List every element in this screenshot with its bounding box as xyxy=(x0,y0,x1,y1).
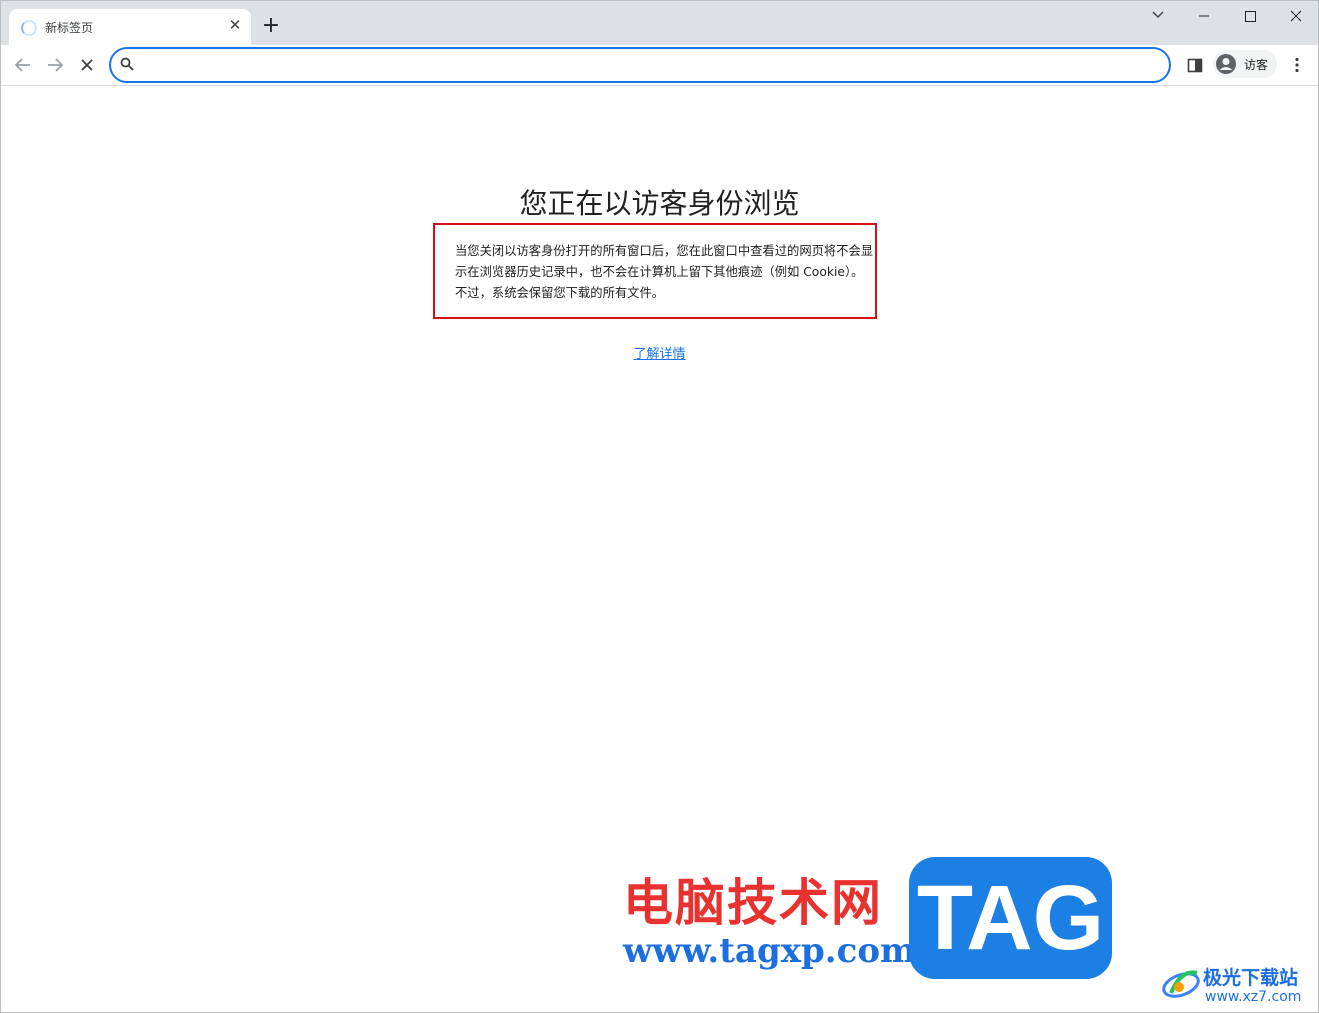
aurora-logo-icon xyxy=(1162,970,1200,998)
maximize-button[interactable] xyxy=(1227,1,1273,31)
address-input[interactable] xyxy=(143,53,1157,77)
watermark-url: www.tagxp.com xyxy=(623,931,916,971)
page-title: 您正在以访客身份浏览 xyxy=(519,187,800,220)
stop-loading-button[interactable] xyxy=(73,51,101,79)
new-tab-button[interactable]: + xyxy=(259,15,283,39)
loading-spinner-icon xyxy=(21,20,37,36)
maximize-icon xyxy=(1245,11,1256,22)
learn-more-link[interactable]: 了解详情 xyxy=(1,343,1318,362)
guest-description: 当您关闭以访客身份打开的所有窗口后，您在此窗口中查看过的网页将不会显示在浏览器历… xyxy=(455,244,874,300)
menu-button[interactable] xyxy=(1285,53,1309,77)
arrow-right-icon xyxy=(48,58,64,72)
watermark-corner-url: www.xz7.com xyxy=(1205,989,1302,1005)
toolbar: 访客 xyxy=(1,45,1318,86)
watermark-site-name: 电脑技术网 xyxy=(623,874,883,932)
watermark-tag-logo: TAG xyxy=(909,857,1112,979)
chevron-down-icon xyxy=(1152,11,1164,18)
learn-more-label[interactable]: 了解详情 xyxy=(633,347,685,362)
watermark-corner-name: 极光下载站 xyxy=(1203,967,1299,989)
forward-button[interactable] xyxy=(41,51,69,79)
tab-close-button[interactable]: ✕ xyxy=(225,15,245,35)
tab-strip: 新标签页 ✕ + xyxy=(1,1,1318,45)
more-vert-icon xyxy=(1295,57,1299,73)
highlight-box: 当您关闭以访客身份打开的所有窗口后，您在此窗口中查看过的网页将不会显示在浏览器历… xyxy=(433,223,877,319)
arrow-left-icon xyxy=(14,58,30,72)
minimize-button[interactable] xyxy=(1181,1,1227,31)
profile-button[interactable]: 访客 xyxy=(1213,50,1277,78)
side-panel-icon xyxy=(1187,58,1203,73)
account-circle-icon xyxy=(1216,54,1236,74)
tab-search-button[interactable] xyxy=(1135,1,1181,31)
minimize-icon xyxy=(1199,15,1209,17)
profile-label: 访客 xyxy=(1244,58,1269,72)
close-icon xyxy=(1290,10,1302,22)
address-bar[interactable] xyxy=(109,47,1171,83)
side-panel-button[interactable] xyxy=(1183,53,1207,77)
tab-new-tab[interactable]: 新标签页 ✕ xyxy=(9,9,251,45)
search-icon xyxy=(120,57,134,71)
browser-window: 新标签页 ✕ + 访客 您正在以访客身份浏览 当您关闭以访客身份打开的所有窗口后… xyxy=(0,0,1319,1013)
back-button[interactable] xyxy=(9,51,37,79)
close-icon xyxy=(81,59,93,71)
tab-title: 新标签页 xyxy=(45,21,94,35)
close-window-button[interactable] xyxy=(1273,1,1318,31)
